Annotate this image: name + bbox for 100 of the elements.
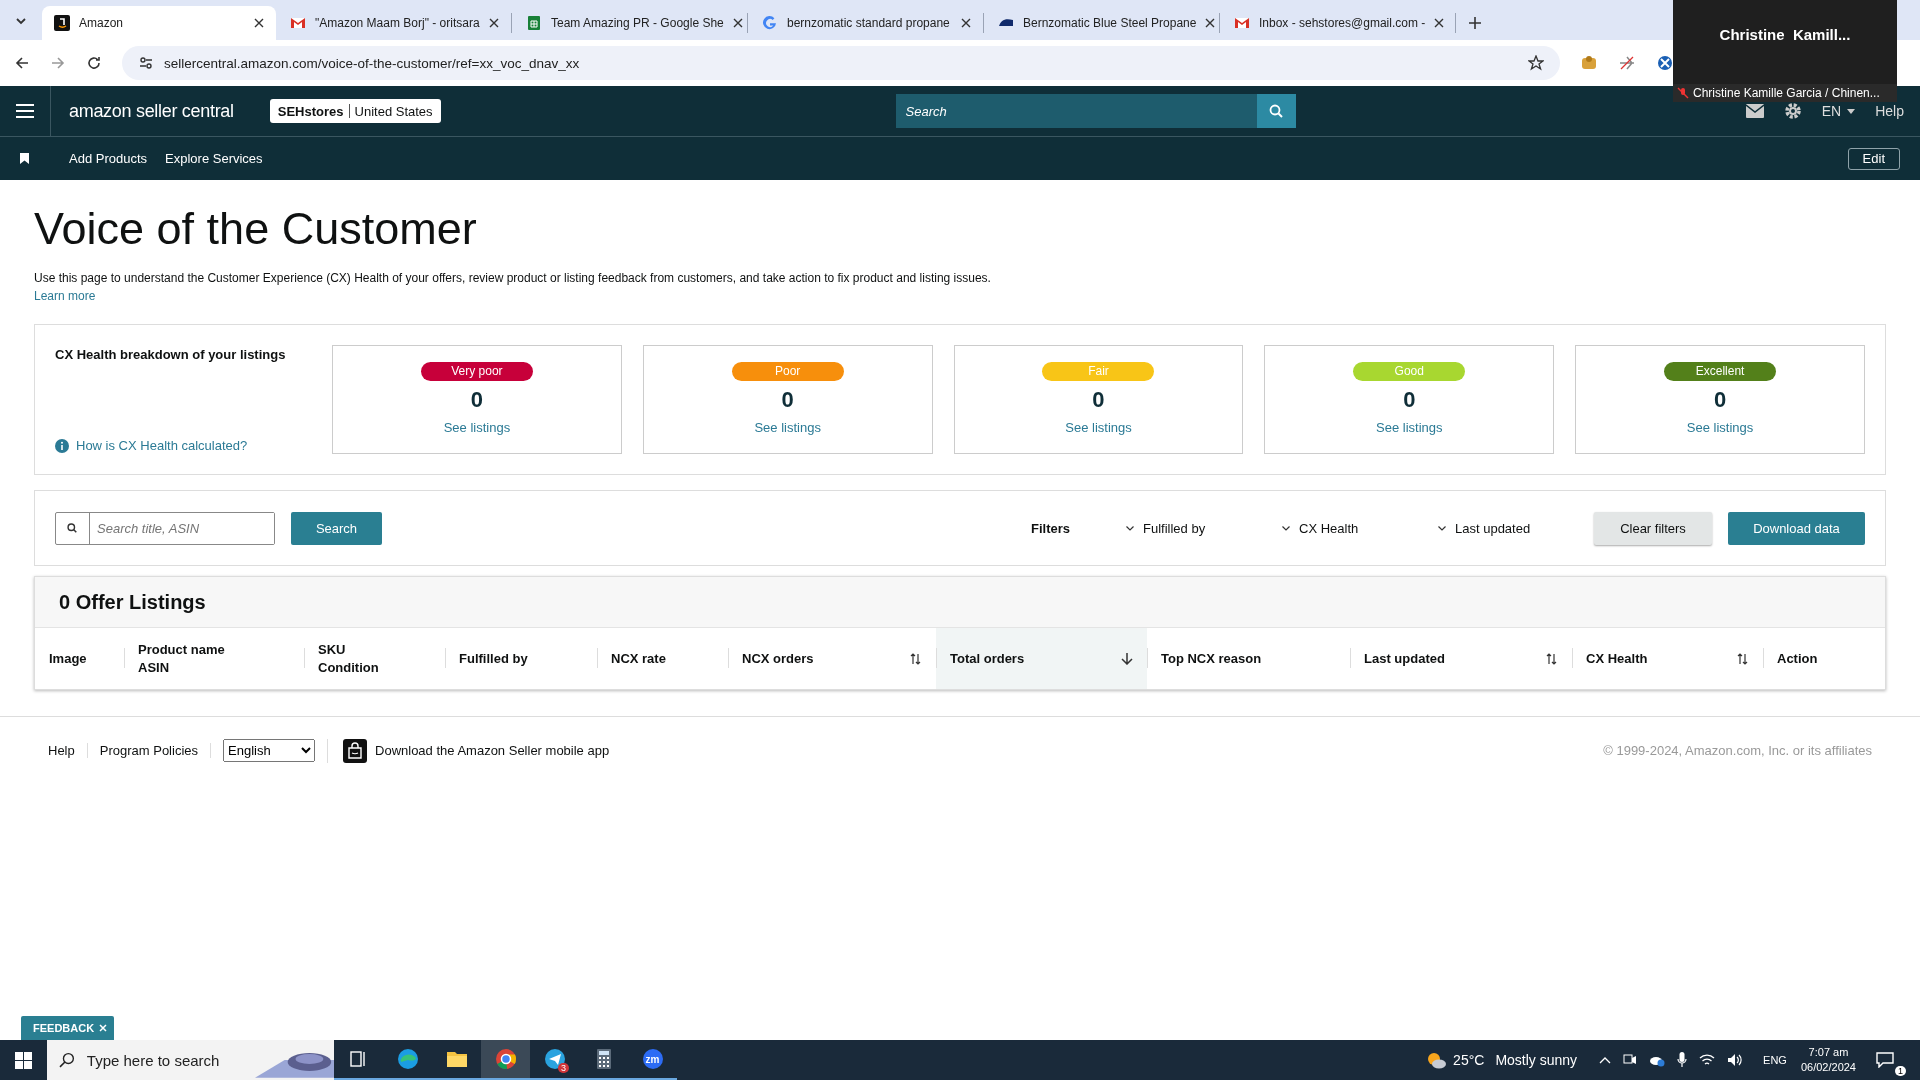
edge-browser-icon	[396, 1048, 419, 1070]
mail-icon[interactable]	[1745, 104, 1764, 118]
bookmark-star-icon[interactable]	[1528, 55, 1544, 71]
footer-link[interactable]: Program Policies	[87, 743, 211, 758]
bookmark-icon[interactable]	[20, 153, 29, 164]
column-header[interactable]: Total orders	[936, 628, 1147, 689]
browser-tab[interactable]: Inbox - sehstores@gmail.com -	[1222, 13, 1456, 33]
nav-link[interactable]: Add Products	[69, 151, 148, 166]
clear-filters-button[interactable]: Clear filters	[1594, 511, 1712, 545]
browser-tab[interactable]: "Amazon Maam Borj" - oritsara	[278, 13, 512, 33]
down-arrow-icon	[1121, 652, 1133, 665]
column-header[interactable]: NCX orders	[728, 628, 936, 689]
notification-count: 1	[1895, 1066, 1906, 1076]
filters-label: Filters	[1031, 520, 1070, 536]
wifi-icon[interactable]	[1699, 1053, 1716, 1067]
search-button[interactable]	[1256, 94, 1296, 128]
page-description: Use this page to understand the Customer Experience (CX) Health of your offers, review product or listing feedback from customers, and take action to fix product and listing issues.	[34, 271, 992, 285]
forward-icon[interactable]	[50, 55, 66, 71]
column-header[interactable]: Last updated	[1350, 628, 1572, 689]
column-header[interactable]: Fulfilled by	[445, 628, 597, 689]
search-field[interactable]: Search title, ASIN	[55, 511, 275, 545]
close-icon[interactable]	[1205, 18, 1216, 28]
taskbar-app[interactable]: zm	[628, 1040, 677, 1080]
column-header[interactable]: Product name ASIN	[124, 628, 304, 689]
notification-badge: 3	[558, 1063, 569, 1073]
language-select[interactable]: English	[223, 739, 315, 762]
column-header[interactable]: Image	[35, 628, 124, 689]
taskbar-search-box[interactable]: Type here to search	[47, 1040, 334, 1080]
taskbar-app[interactable]	[481, 1040, 530, 1080]
browser-tab[interactable]: Bernzomatic Blue Steel Propane	[986, 13, 1220, 33]
close-icon[interactable]	[732, 18, 743, 28]
app-logo-text: zm	[645, 1053, 660, 1065]
chevron-up-icon[interactable]	[1599, 1056, 1612, 1064]
input-language-indicator[interactable]: ENG	[1763, 1054, 1787, 1066]
section-title: CX Health breakdown of your listings	[55, 346, 287, 362]
browser-tab[interactable]: Team Amazing PR - Google She	[514, 13, 748, 33]
address-bar[interactable]: sellercentral.amazon.com/voice-of-the-customer/ref=xx_voc_dnav_xx	[122, 46, 1560, 80]
shopping-bag-icon	[343, 738, 367, 763]
page-title: Voice of the Customer	[34, 206, 478, 251]
search-icon	[59, 1052, 75, 1068]
search-icon	[67, 523, 77, 533]
caret-icon	[1126, 525, 1134, 531]
filter-dropdown[interactable]: Last updated	[1438, 520, 1578, 536]
microphone-icon[interactable]	[1677, 1052, 1688, 1068]
site-settings-icon[interactable]	[138, 55, 154, 71]
settings-icon[interactable]	[1783, 102, 1802, 120]
notification-center-button[interactable]: 1	[1876, 1042, 1906, 1078]
meeting-icon[interactable]	[1623, 1053, 1638, 1067]
feedback-button[interactable]: FEEDBACK	[21, 1016, 115, 1040]
close-icon[interactable]	[961, 18, 971, 28]
learn-more-link[interactable]: Learn more	[34, 289, 96, 303]
see-listings-link[interactable]: See listings	[1065, 420, 1132, 435]
listing-count: 0	[1403, 387, 1416, 413]
health-badge: Excellent	[1664, 362, 1777, 381]
taskbar-app[interactable]: 3	[530, 1040, 579, 1080]
speaker-icon[interactable]	[1727, 1053, 1744, 1067]
see-listings-link[interactable]: See listings	[754, 420, 821, 435]
language-dropdown[interactable]: EN	[1821, 103, 1856, 119]
seller-central-logo[interactable]: amazon seller central	[69, 100, 234, 122]
see-listings-link[interactable]: See listings	[1376, 420, 1443, 435]
browser-tab[interactable]: bernzomatic standard propane	[750, 13, 984, 33]
store-switcher[interactable]: SEHstores United States	[269, 99, 441, 123]
search-field[interactable]: Search	[895, 94, 1257, 128]
see-listings-link[interactable]: See listings	[1686, 420, 1754, 435]
menu-icon[interactable]	[16, 104, 34, 118]
column-header[interactable]: SKU Condition	[304, 628, 445, 689]
clock[interactable]: 7:07 am 06/02/2024	[1800, 1045, 1856, 1075]
column-header[interactable]: CX Health	[1572, 628, 1763, 689]
caret-icon	[1847, 108, 1856, 114]
edit-button[interactable]: Edit	[1847, 147, 1900, 170]
taskbar-search-field[interactable]: Type here to search	[84, 1050, 245, 1070]
close-icon[interactable]	[254, 18, 264, 28]
search-button[interactable]: Search	[291, 511, 382, 545]
back-icon[interactable]	[14, 55, 30, 71]
see-listings-link[interactable]: See listings	[443, 420, 511, 435]
footer-link[interactable]: Help	[48, 743, 88, 758]
column-header[interactable]: Action	[1763, 628, 1885, 689]
filter-dropdown[interactable]: Fulfilled by	[1126, 520, 1266, 536]
reload-icon[interactable]	[86, 55, 102, 71]
download-button[interactable]: Download data	[1728, 511, 1865, 545]
muted-microphone-icon	[1677, 87, 1689, 99]
new-tab-icon[interactable]	[1468, 16, 1482, 30]
nav-link[interactable]: Explore Services	[165, 151, 263, 166]
app-download-link[interactable]: Download the Amazon Seller mobile app	[327, 738, 610, 763]
help-link[interactable]: Help	[1875, 103, 1904, 119]
column-header[interactable]: Top NCX reason	[1147, 628, 1350, 689]
amazon-logo-icon	[54, 15, 70, 31]
health-badge: Good	[1353, 362, 1466, 381]
info-icon	[55, 438, 69, 453]
extension-icon[interactable]	[1656, 54, 1674, 72]
filter-dropdown[interactable]: CX Health	[1282, 520, 1422, 536]
info-link[interactable]: How is CX Health calculated?	[55, 438, 311, 454]
health-badge: Fair	[1042, 362, 1155, 381]
column-header[interactable]: NCX rate	[597, 628, 728, 689]
weather-widget[interactable]: 25°C Mostly sunny	[1426, 1051, 1578, 1069]
browser-tab[interactable]: Amazon	[42, 6, 276, 40]
close-icon[interactable]	[1434, 18, 1445, 28]
windows-start-icon[interactable]	[15, 1051, 32, 1069]
close-icon[interactable]	[489, 18, 499, 28]
sort-arrows-icon	[1546, 652, 1558, 665]
